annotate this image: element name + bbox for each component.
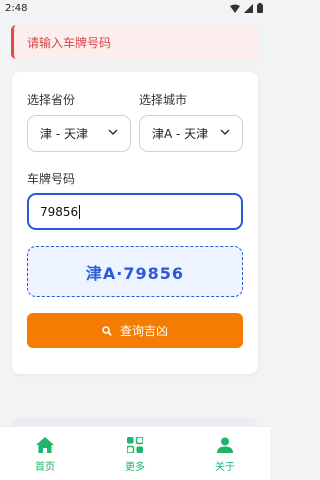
- city-label: 选择城市: [139, 93, 188, 107]
- status-bar: 2:48: [0, 0, 270, 16]
- status-icons: [230, 3, 263, 13]
- plate-number-value: 79856: [40, 204, 79, 219]
- text-caret: [79, 204, 81, 219]
- province-select-value: 津 - 天津: [40, 127, 88, 141]
- tab-more-label: 更多: [125, 462, 145, 473]
- battery-icon: [257, 3, 263, 13]
- tab-more[interactable]: 更多: [90, 427, 180, 480]
- query-button-label: 查询吉凶: [119, 324, 168, 338]
- wifi-icon: [230, 4, 240, 13]
- plate-preview: 津A·79856: [27, 246, 243, 297]
- chevron-down-icon: [220, 129, 230, 135]
- bottom-tab-bar: 首页 更多 关于: [0, 426, 270, 480]
- plate-preview-text: 津A·79856: [85, 263, 185, 283]
- chevron-down-icon: [108, 129, 118, 135]
- plate-number-input[interactable]: 79856: [27, 193, 243, 230]
- search-icon: [102, 325, 112, 336]
- alert-message: 请输入车牌号码: [27, 35, 112, 50]
- province-select[interactable]: 津 - 天津: [27, 115, 131, 152]
- city-select-value: 津A - 天津: [152, 127, 209, 141]
- error-alert: 请输入车牌号码: [11, 25, 259, 59]
- query-button[interactable]: 查询吉凶: [27, 313, 243, 348]
- person-icon: [217, 437, 233, 453]
- tab-home[interactable]: 首页: [0, 427, 90, 480]
- tab-home-label: 首页: [35, 462, 55, 473]
- home-icon: [36, 437, 54, 453]
- apps-icon: [127, 437, 143, 453]
- status-time: 2:48: [5, 2, 28, 14]
- province-label: 选择省份: [27, 93, 76, 107]
- query-form-card: 选择省份 选择城市 津 - 天津 津A - 天津 车牌号码 79856 津A·7…: [12, 72, 258, 374]
- tab-about[interactable]: 关于: [180, 427, 270, 480]
- tab-about-label: 关于: [215, 462, 235, 473]
- signal-icon: [244, 3, 253, 13]
- plate-label: 车牌号码: [27, 172, 76, 186]
- city-select[interactable]: 津A - 天津: [139, 115, 243, 152]
